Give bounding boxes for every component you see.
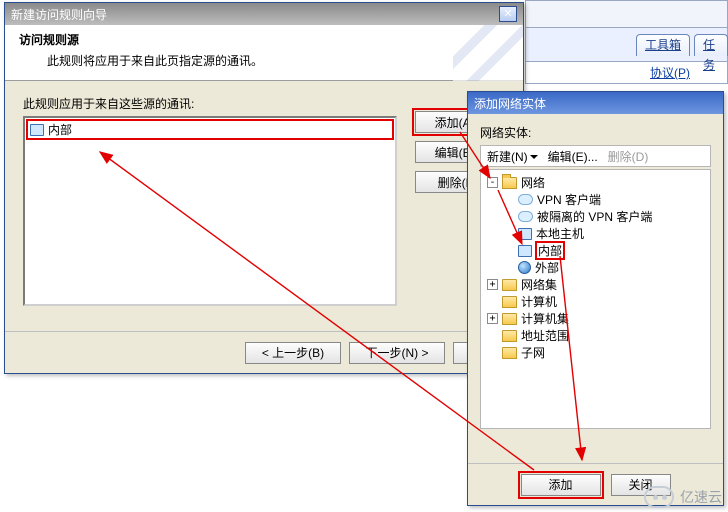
tree-label: 地址范围 bbox=[521, 327, 569, 344]
wizard-banner-title: 访问规则源 bbox=[19, 31, 509, 48]
tree-node-vpn[interactable]: VPN 客户端 bbox=[503, 191, 706, 208]
wizard-footer: < 上一步(B) 下一步(N) > 取消 bbox=[5, 331, 523, 373]
tree-node-network[interactable]: - 网络 bbox=[487, 174, 706, 191]
wizard-body: 此规则应用于来自这些源的通讯: 内部 添加(A).. 编辑(E).. 删除(R) bbox=[5, 81, 523, 331]
folder-open-icon bbox=[502, 177, 517, 189]
wizard-banner-decoration bbox=[453, 25, 523, 81]
wizard-banner-sub: 此规则将应用于来自此页指定源的通讯。 bbox=[47, 52, 509, 69]
tree-node-netset[interactable]: + 网络集 bbox=[487, 276, 706, 293]
source-item-label: 内部 bbox=[48, 121, 72, 138]
toolbar-edit[interactable]: 编辑(E)... bbox=[548, 148, 598, 165]
folder-icon bbox=[502, 296, 517, 308]
tree-node-subnet[interactable]: 子网 bbox=[487, 344, 706, 361]
tree-label: 被隔离的 VPN 客户端 bbox=[537, 208, 652, 225]
folder-icon bbox=[502, 330, 517, 342]
wizard-titlebar[interactable]: 新建访问规则向导 ✕ bbox=[5, 3, 523, 25]
expand-icon[interactable]: + bbox=[487, 279, 498, 290]
next-button[interactable]: 下一步(N) > bbox=[349, 342, 445, 364]
tree-node-internal[interactable]: 内部 bbox=[503, 242, 706, 259]
wizard-title: 新建访问规则向导 bbox=[11, 6, 107, 23]
tree-node-isolated-vpn[interactable]: 被隔离的 VPN 客户端 bbox=[503, 208, 706, 225]
back-button[interactable]: < 上一步(B) bbox=[245, 342, 341, 364]
source-list-label: 此规则应用于来自这些源的通讯: bbox=[23, 95, 509, 112]
wizard-banner: 访问规则源 此规则将应用于来自此页指定源的通讯。 bbox=[5, 25, 523, 81]
wizard-close-button[interactable]: ✕ bbox=[499, 6, 517, 22]
tab-toolbox[interactable]: 工具箱 bbox=[636, 34, 690, 56]
tree-label-selected: 内部 bbox=[536, 242, 564, 259]
watermark-logo-icon bbox=[644, 486, 674, 508]
tree-node-computer[interactable]: 计算机 bbox=[487, 293, 706, 310]
toolbar-new[interactable]: 新建(N) bbox=[487, 148, 538, 165]
network-icon bbox=[518, 245, 532, 257]
folder-icon bbox=[502, 279, 517, 291]
tree-node-localhost[interactable]: 本地主机 bbox=[503, 225, 706, 242]
tree-label: 本地主机 bbox=[536, 225, 584, 242]
tree-label: 网络 bbox=[521, 174, 545, 191]
entity-label: 网络实体: bbox=[480, 124, 711, 141]
toolbar-delete: 删除(D) bbox=[608, 148, 649, 165]
cloud-icon bbox=[518, 194, 533, 205]
source-listbox[interactable]: 内部 bbox=[23, 116, 397, 306]
folder-icon bbox=[502, 313, 517, 325]
watermark-text: 亿速云 bbox=[680, 487, 722, 507]
folder-icon bbox=[502, 347, 517, 359]
source-item-internal[interactable]: 内部 bbox=[27, 120, 393, 139]
bg-link-strip bbox=[525, 62, 728, 84]
network-icon bbox=[30, 124, 44, 136]
tab-tasks[interactable]: 任务 bbox=[694, 34, 728, 56]
tree-label: 外部 bbox=[535, 259, 559, 276]
cloud-icon bbox=[518, 211, 533, 222]
link-protocol[interactable]: 协议(P) bbox=[650, 64, 690, 81]
wizard-window: 新建访问规则向导 ✕ 访问规则源 此规则将应用于来自此页指定源的通讯。 此规则应… bbox=[4, 2, 524, 374]
tree-node-computerset[interactable]: + 计算机集 bbox=[487, 310, 706, 327]
tree-label: VPN 客户端 bbox=[537, 191, 601, 208]
add-entity-dialog: 添加网络实体 网络实体: 新建(N) 编辑(E)... 删除(D) - 网络 bbox=[467, 91, 724, 506]
dialog-titlebar[interactable]: 添加网络实体 bbox=[468, 92, 723, 114]
dialog-add-button[interactable]: 添加 bbox=[521, 474, 601, 496]
tree-label: 计算机 bbox=[521, 293, 557, 310]
dialog-body: 网络实体: 新建(N) 编辑(E)... 删除(D) - 网络 VPN 客户端 bbox=[468, 114, 723, 463]
network-icon bbox=[518, 228, 532, 240]
tree-label: 计算机集 bbox=[521, 310, 569, 327]
tree-label: 网络集 bbox=[521, 276, 557, 293]
entity-tree[interactable]: - 网络 VPN 客户端 被隔离的 VPN 客户端 bbox=[480, 169, 711, 429]
dialog-title: 添加网络实体 bbox=[474, 95, 546, 112]
collapse-icon[interactable]: - bbox=[487, 177, 498, 188]
dialog-toolbar: 新建(N) 编辑(E)... 删除(D) bbox=[480, 145, 711, 167]
bg-toolbar-strip bbox=[525, 0, 728, 28]
tree-node-addr-range[interactable]: 地址范围 bbox=[487, 327, 706, 344]
expand-icon[interactable]: + bbox=[487, 313, 498, 324]
tree-node-external[interactable]: 外部 bbox=[503, 259, 706, 276]
globe-icon bbox=[518, 261, 531, 274]
watermark: 亿速云 bbox=[644, 486, 722, 508]
tree-label: 子网 bbox=[521, 344, 545, 361]
